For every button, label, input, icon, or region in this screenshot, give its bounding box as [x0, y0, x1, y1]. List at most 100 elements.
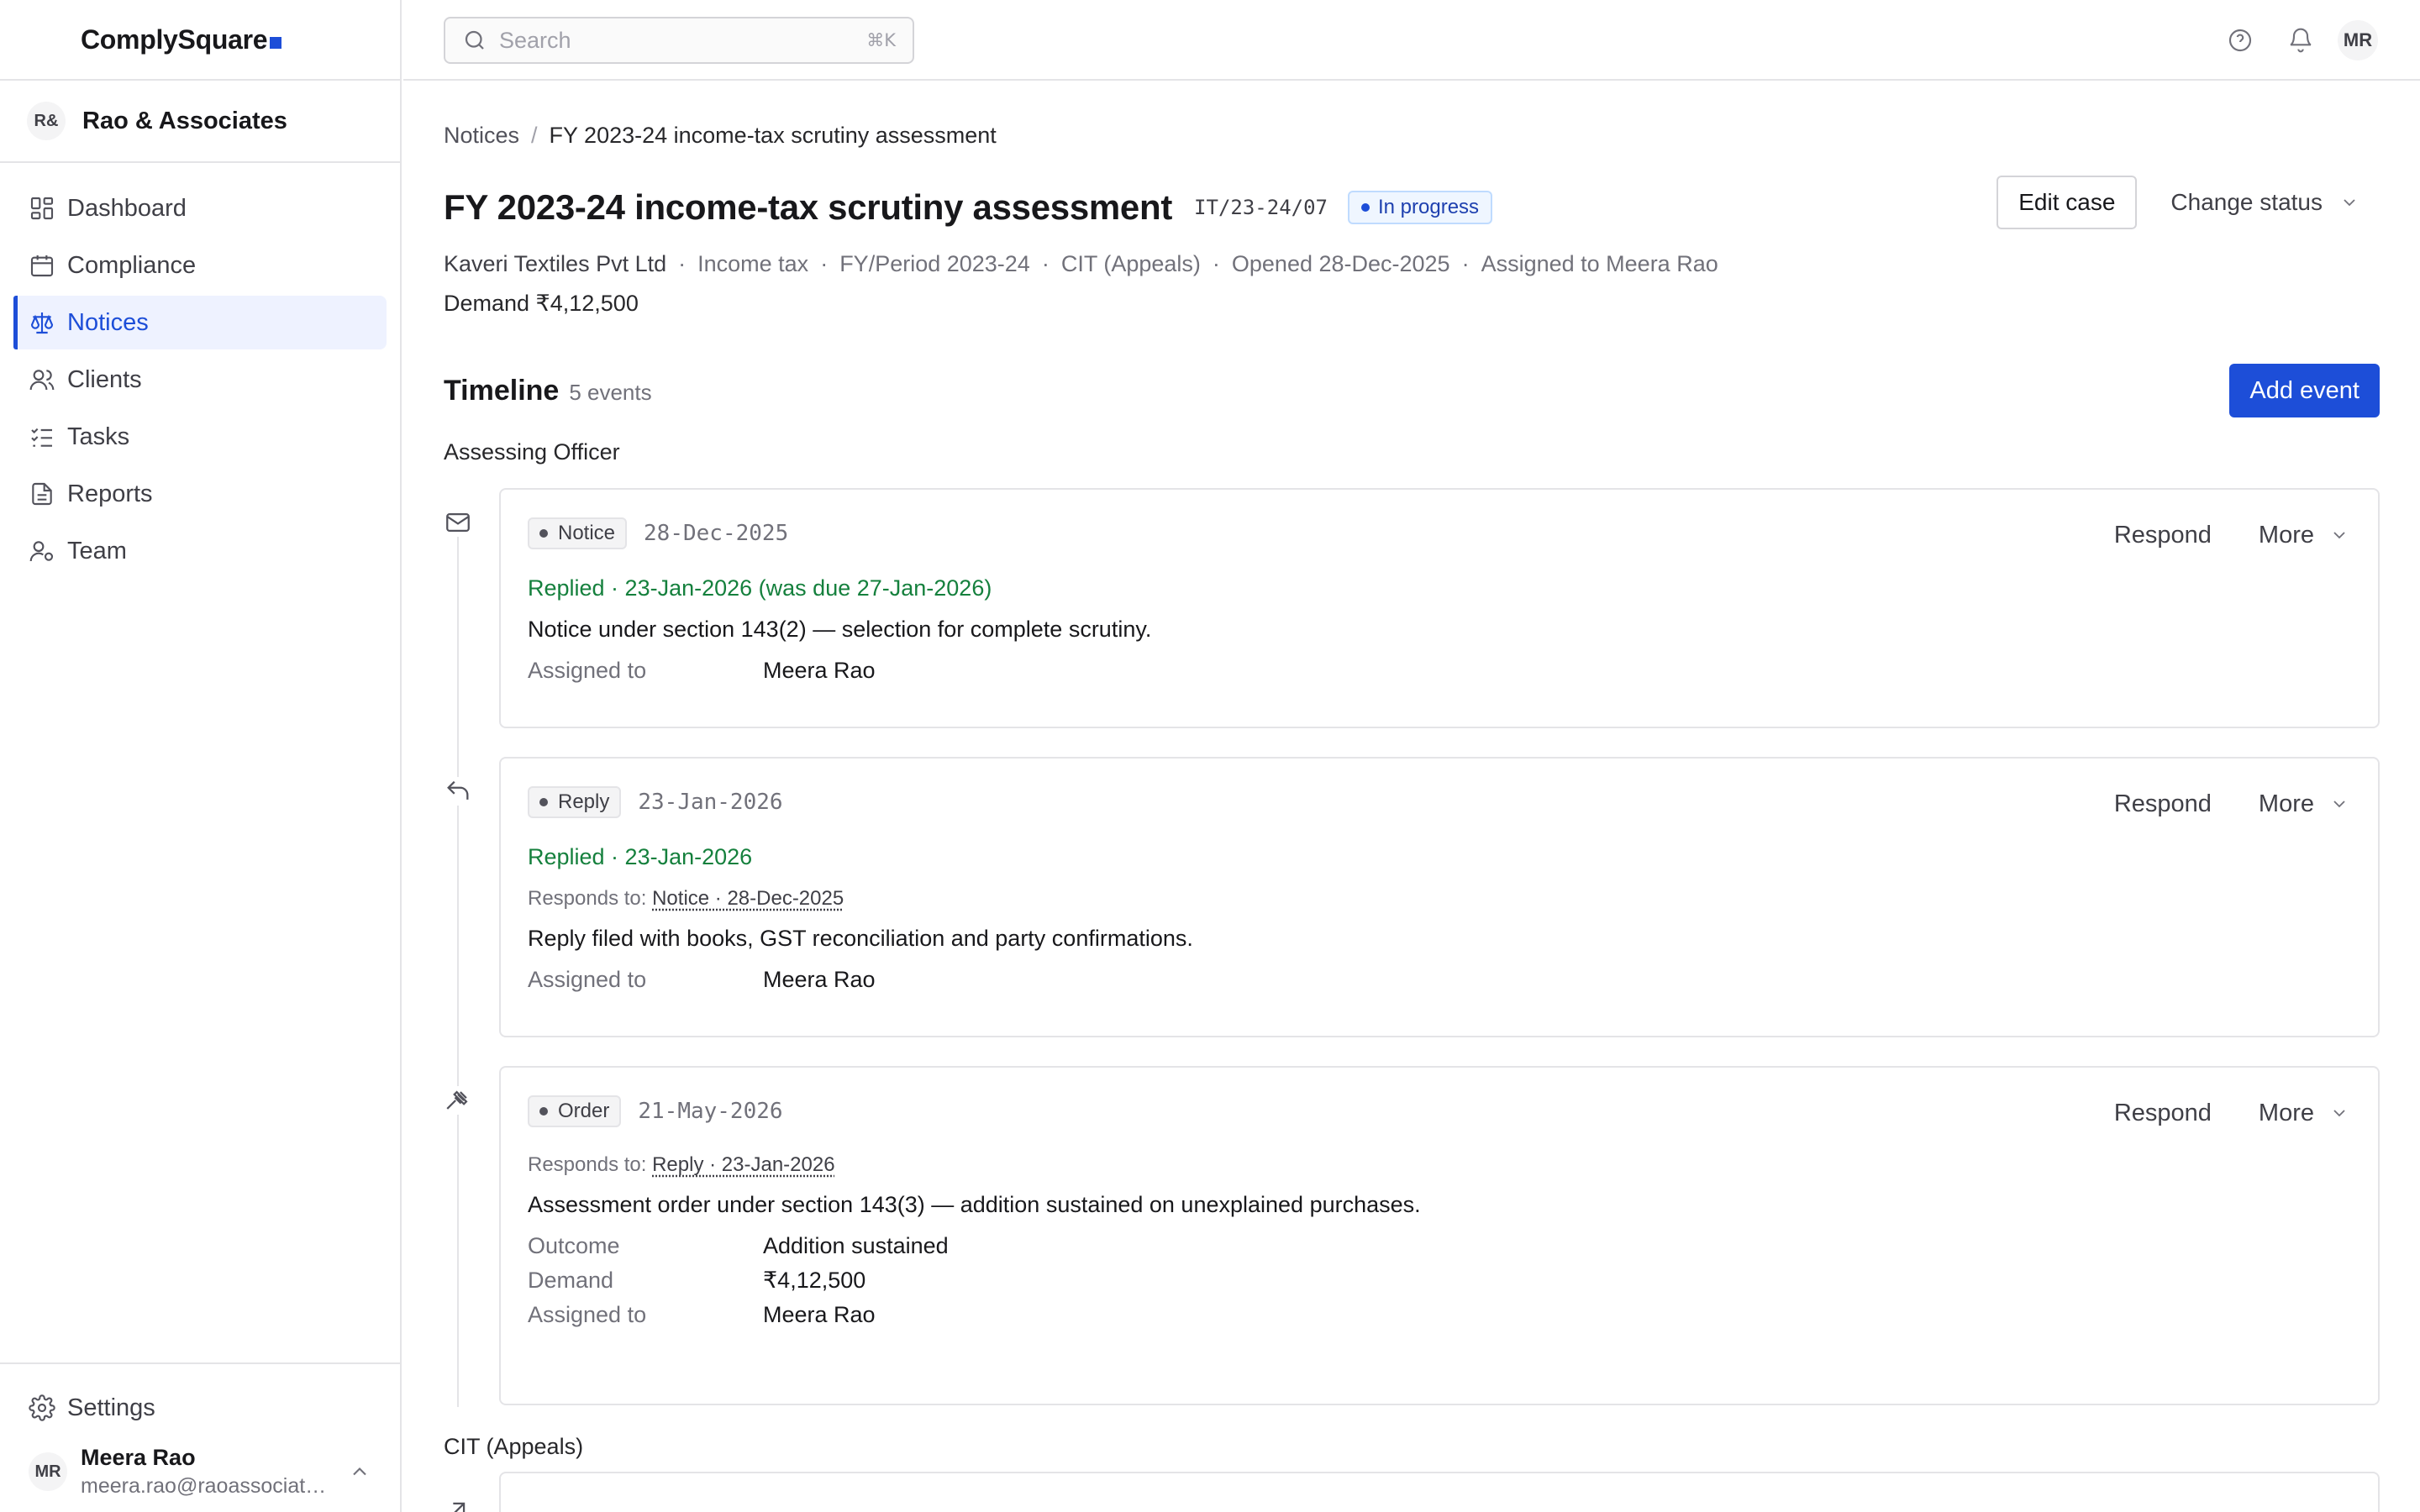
calendar-icon — [30, 255, 54, 277]
page-header: FY 2023-24 income-tax scrutiny assessmen… — [444, 176, 2380, 229]
search-icon — [465, 30, 484, 50]
gear-icon — [29, 1394, 55, 1421]
case-client[interactable]: Kaveri Textiles Pvt Ltd — [444, 251, 666, 277]
event-card: Order 21-May-2026 Respond More Responds … — [499, 1066, 2380, 1405]
sidebar-footer: Settings MR Meera Rao meera.rao@raoassoc… — [0, 1362, 400, 1512]
sidebar-item-reports[interactable]: Reports — [13, 467, 387, 521]
chevron-down-icon — [2333, 532, 2345, 539]
event-responds-to: Responds to: Notice · 28-Dec-2025 — [528, 887, 2349, 911]
timeline-group-label: Assessing Officer — [444, 439, 620, 465]
event-field: Outcome Addition sustained — [528, 1233, 2349, 1259]
field-label: Assigned to — [528, 1302, 647, 1327]
bell-icon — [2290, 28, 2312, 53]
help-button[interactable] — [2220, 20, 2260, 60]
edit-case-button[interactable]: Edit case — [1996, 176, 2138, 229]
event-field: Assigned to Meera Rao — [528, 967, 2349, 993]
event-description: Reply filed with books, GST reconciliati… — [528, 926, 1193, 951]
reply-icon — [447, 780, 469, 800]
event-field: Assigned to Meera Rao — [528, 1302, 2349, 1328]
org-switcher[interactable]: R& Rao & Associates — [0, 81, 400, 163]
sidebar-item-settings[interactable]: Settings — [0, 1384, 400, 1431]
more-button[interactable]: More — [2259, 1089, 2349, 1137]
arrow-up-right-icon — [453, 1502, 466, 1512]
user-cog-icon — [29, 541, 54, 562]
responds-link[interactable]: Reply · 23-Jan-2026 — [652, 1153, 834, 1176]
case-assigned: Assigned to Meera Rao — [1481, 251, 1718, 276]
page-title: FY 2023-24 income-tax scrutiny assessmen… — [444, 187, 1173, 227]
sidebar-item-team[interactable]: Team — [13, 524, 387, 578]
case-opened: Opened 28-Dec-2025 — [1231, 251, 1450, 276]
meta-dot: · — [678, 251, 687, 276]
status-label: In progress — [1378, 196, 1480, 218]
chevron-down-icon — [2333, 801, 2345, 808]
more-button[interactable]: More — [2259, 780, 2349, 827]
sidebar-item-label: Clients — [67, 365, 142, 393]
sidebar-item-dashboard[interactable]: Dashboard — [13, 181, 387, 235]
event-head: Notice 28-Dec-2025 — [528, 517, 2349, 550]
topbar: ⌘K MR — [403, 0, 2420, 81]
event-replied-status: Replied · 23-Jan-2026 — [528, 844, 753, 869]
field-label: Outcome — [528, 1233, 620, 1258]
avatar[interactable]: MR — [2338, 20, 2378, 60]
event-responds-to: Responds to: Reply · 23-Jan-2026 — [528, 1153, 2349, 1177]
user-email: meera.rao@raoassociates.in — [81, 1474, 333, 1498]
breadcrumb-separator: / — [531, 123, 538, 148]
search-shortcut: ⌘K — [866, 30, 896, 50]
search-box[interactable]: ⌘K — [444, 17, 914, 64]
event-field: Assigned to Meera Rao — [528, 658, 2349, 684]
field-label: Assigned to — [528, 967, 647, 992]
sidebar-item-label: Compliance — [67, 251, 197, 279]
more-button[interactable]: More — [2259, 512, 2349, 559]
users-icon — [29, 370, 55, 391]
sidebar-item-tasks[interactable]: Tasks — [13, 410, 387, 464]
status-badge: In progress — [1348, 191, 1493, 224]
event-type-badge: Reply — [528, 786, 622, 818]
case-period: FY/Period 2023-24 — [839, 251, 1030, 276]
responds-label: Responds to: — [528, 887, 647, 910]
add-event-button[interactable]: Add event — [2229, 364, 2380, 417]
breadcrumb-current: FY 2023-24 income-tax scrutiny assessmen… — [549, 123, 997, 148]
user-menu[interactable]: MR Meera Rao meera.rao@raoassociates.in — [0, 1431, 400, 1512]
case-meta: Kaveri Textiles Pvt Ltd · Income tax · F… — [444, 251, 2380, 277]
sidebar-item-label: Tasks — [67, 423, 130, 450]
event-date: 21-May-2026 — [638, 1099, 783, 1124]
responds-link[interactable]: Notice · 28-Dec-2025 — [652, 887, 844, 910]
event-type: Order — [558, 1100, 610, 1122]
sidebar-item-compliance[interactable]: Compliance — [13, 239, 387, 292]
app-logo[interactable]: ComplySquare — [81, 24, 282, 55]
chevron-down-icon — [2344, 199, 2355, 207]
field-value: Meera Rao — [763, 967, 876, 992]
breadcrumb-parent[interactable]: Notices — [444, 123, 519, 149]
responds-label: Responds to: — [528, 1153, 647, 1176]
event-icon — [444, 1086, 472, 1115]
org-avatar: R& — [27, 102, 66, 140]
sidebar-nav: Dashboard Compliance Notices Clients Tas… — [0, 163, 400, 578]
sidebar-item-clients[interactable]: Clients — [13, 353, 387, 407]
timeline-header: Timeline 5 events Add event — [444, 364, 2380, 417]
event-card: Reply 23-Jan-2026 Respond More Replied ·… — [499, 757, 2380, 1037]
event-type-badge: Order — [528, 1095, 622, 1127]
respond-button[interactable]: Respond — [2114, 1089, 2212, 1137]
case-demand: Demand ₹4,12,500 — [444, 291, 639, 316]
timeline: Notice 28-Dec-2025 Respond More Replied … — [444, 488, 2380, 1460]
case-forum: CIT (Appeals) — [1060, 251, 1201, 276]
event-type: Notice — [558, 522, 616, 544]
app-logo-text: ComplySquare — [81, 24, 268, 55]
notifications-button[interactable] — [2281, 20, 2321, 60]
sidebar: ComplySquare R& Rao & Associates Dashboa… — [0, 0, 402, 1512]
timeline-count: 5 events — [569, 379, 652, 405]
search-input[interactable] — [499, 27, 867, 54]
respond-button[interactable]: Respond — [2114, 512, 2212, 559]
field-value: Meera Rao — [763, 1302, 876, 1327]
sidebar-item-notices[interactable]: Notices — [13, 296, 387, 349]
gavel-icon — [446, 1090, 468, 1110]
case-code: IT/23-24/07 — [1194, 196, 1328, 219]
badge-dot-icon — [539, 1107, 548, 1116]
sidebar-item-label: Notices — [67, 308, 149, 336]
file-text-icon — [32, 482, 52, 506]
help-circle-icon — [2228, 29, 2252, 52]
respond-button[interactable]: Respond — [2114, 780, 2212, 827]
change-status-button[interactable]: Change status — [2150, 176, 2380, 229]
timeline-event: Notice 28-Dec-2025 Respond More Replied … — [444, 488, 2380, 728]
list-checks-icon — [31, 428, 52, 447]
